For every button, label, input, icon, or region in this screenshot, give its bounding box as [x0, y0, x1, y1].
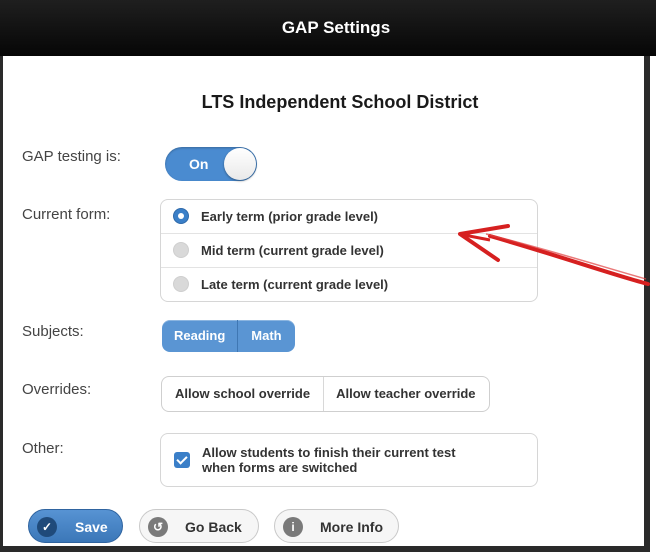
toggle-state-text: On	[189, 156, 209, 172]
district-heading: LTS Independent School District	[201, 92, 479, 112]
subjects-segmented-control: Reading Math	[162, 320, 295, 352]
finish-test-checkbox-label: Allow students to finish their current t…	[202, 445, 456, 475]
toggle-knob[interactable]	[224, 148, 256, 180]
allow-school-override-button[interactable]: Allow school override	[162, 377, 323, 411]
more-info-button-label: More Info	[320, 519, 383, 535]
check-icon: ✓	[37, 517, 57, 537]
checkbox-label-line-2: when forms are switched	[202, 460, 358, 475]
subject-reading-button[interactable]: Reading	[162, 320, 237, 352]
radio-option-label: Early term (prior grade level)	[201, 209, 379, 224]
current-form-label: Current form:	[22, 206, 111, 223]
radio-selected-icon[interactable]	[173, 208, 189, 224]
gap-testing-toggle[interactable]: On	[165, 147, 257, 181]
allow-teacher-override-button[interactable]: Allow teacher override	[323, 377, 488, 411]
info-icon: i	[283, 517, 303, 537]
radio-unselected-icon[interactable]	[173, 242, 189, 258]
subjects-label: Subjects:	[22, 323, 84, 340]
checkbox-label-line-1: Allow students to finish their current t…	[202, 445, 456, 460]
overrides-segmented-control: Allow school override Allow teacher over…	[161, 376, 490, 412]
gap-testing-label: GAP testing is:	[22, 148, 121, 165]
window-title: GAP Settings	[281, 18, 391, 37]
red-annotation-arrow-icon	[458, 224, 650, 286]
go-back-button[interactable]: ↺ Go Back	[139, 509, 259, 543]
radio-option-label: Late term (current grade level)	[201, 277, 389, 292]
radio-unselected-icon[interactable]	[173, 276, 189, 292]
other-option-box[interactable]: Allow students to finish their current t…	[160, 433, 538, 487]
radio-option-label: Mid term (current grade level)	[201, 243, 384, 258]
go-back-button-label: Go Back	[185, 519, 242, 535]
title-bar: GAP Settings	[0, 0, 656, 56]
checkbox-checked-icon[interactable]	[174, 452, 190, 468]
back-arrow-icon: ↺	[148, 517, 168, 537]
other-label: Other:	[22, 440, 64, 457]
more-info-button[interactable]: i More Info	[274, 509, 399, 543]
save-button[interactable]: ✓ Save	[28, 509, 123, 543]
overrides-label: Overrides:	[22, 381, 92, 398]
save-button-label: Save	[75, 519, 108, 535]
subject-math-button[interactable]: Math	[237, 320, 294, 352]
